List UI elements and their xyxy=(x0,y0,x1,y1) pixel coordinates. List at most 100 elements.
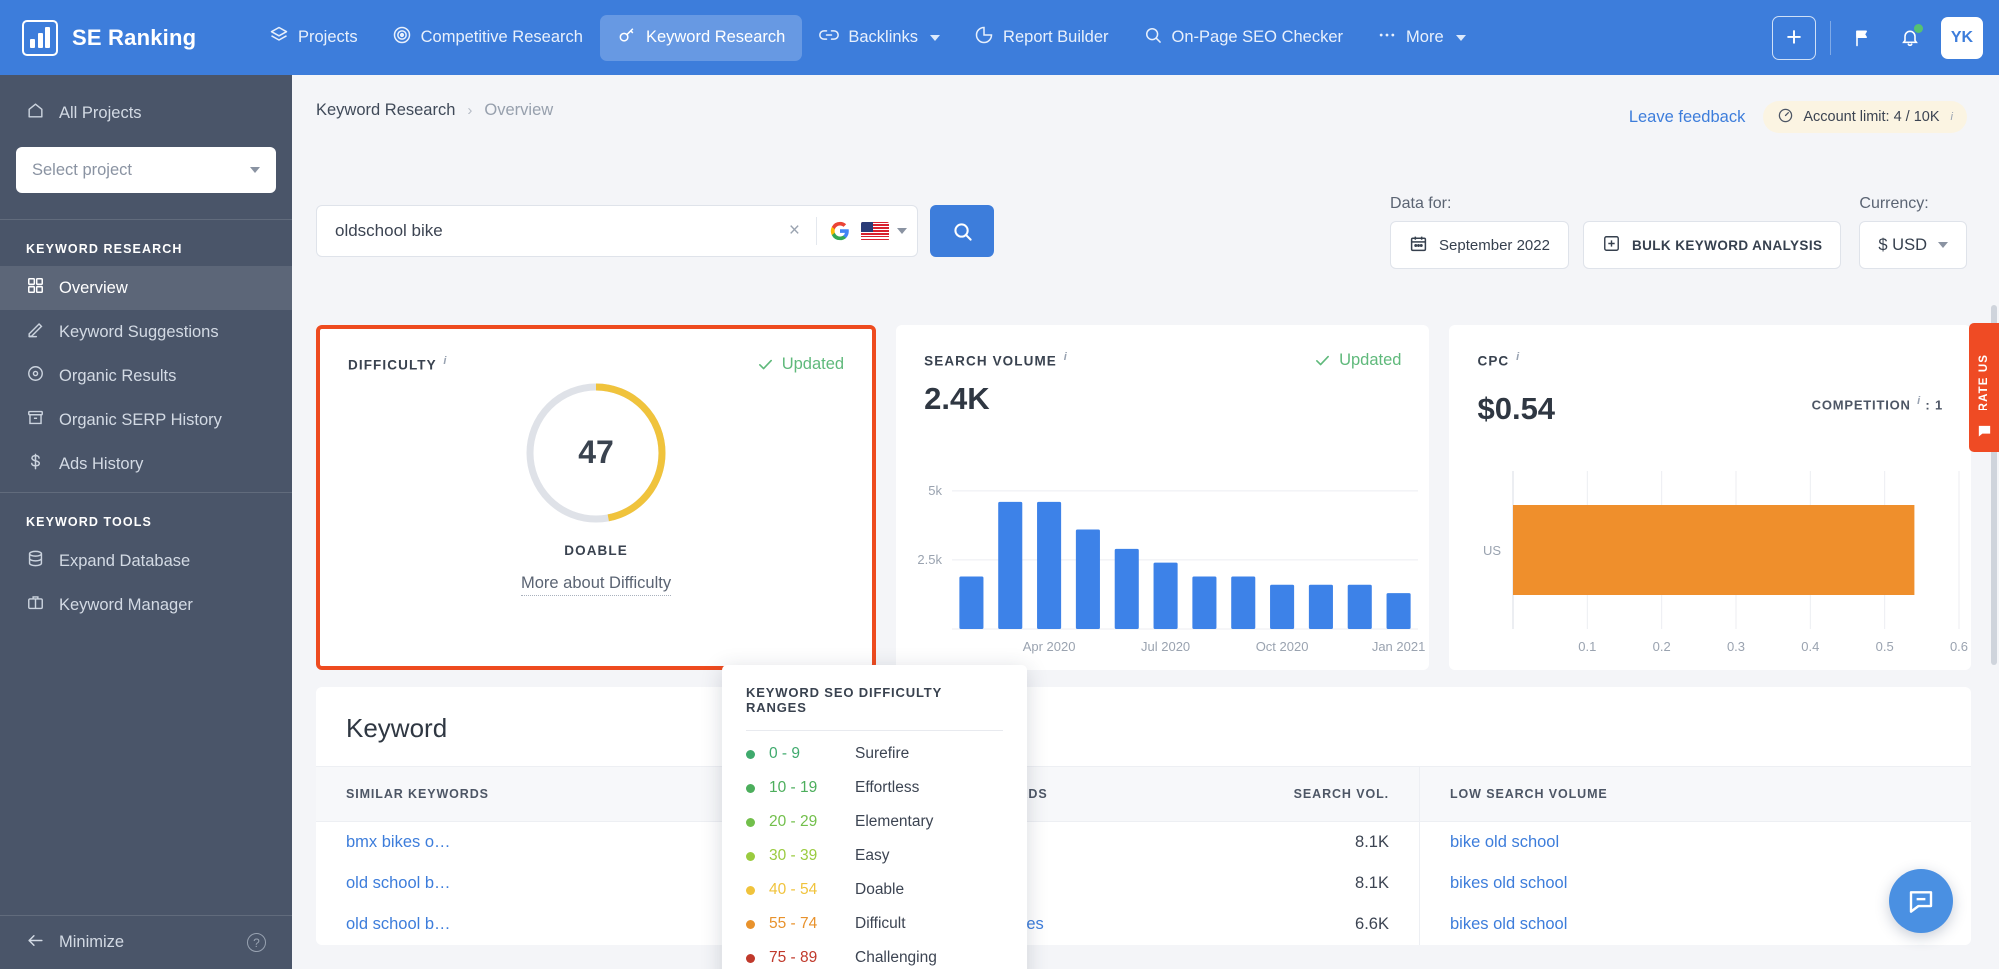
search-input-wrapper[interactable]: oldschool bike × xyxy=(316,205,918,257)
nav-projects[interactable]: Projects xyxy=(252,15,375,61)
sidebar-item-ads-history[interactable]: Ads History xyxy=(0,442,292,486)
sidebar-all-projects-label: All Projects xyxy=(59,103,142,122)
sidebar-item-keyword-suggestions[interactable]: Keyword Suggestions xyxy=(0,310,292,354)
chevron-down-icon xyxy=(1938,242,1948,248)
low-search-volume-column: LOW SEARCH VOLUME bike old school bikes o… xyxy=(1420,766,1971,945)
check-icon xyxy=(1316,355,1330,366)
search-icon xyxy=(953,222,972,241)
nav-keyword-research[interactable]: Keyword Research xyxy=(599,14,803,61)
keyword-link[interactable]: bmx bikes o… xyxy=(346,833,717,852)
date-picker-button[interactable]: September 2022 xyxy=(1390,221,1569,269)
sidebar-top: All Projects Select project xyxy=(0,75,292,213)
range-value: 75 - 89 xyxy=(769,949,818,966)
more-about-difficulty-link[interactable]: More about Difficulty xyxy=(521,574,672,596)
currency-selector[interactable]: $ USD xyxy=(1859,221,1967,269)
volume-bar[interactable] xyxy=(1308,584,1334,629)
header-actions: Leave feedback Account limit: 4 / 10K i xyxy=(1629,101,1967,133)
sidebar-item-organic-results[interactable]: Organic Results xyxy=(0,354,292,398)
keyword-link[interactable]: bikes old school xyxy=(1450,915,1941,934)
engine-chevron-down-icon[interactable] xyxy=(897,228,907,234)
home-icon xyxy=(26,101,45,125)
volume-bar[interactable] xyxy=(1075,529,1101,629)
minimize-button[interactable]: Minimize xyxy=(26,931,124,955)
nav-more[interactable]: More xyxy=(1360,15,1483,61)
search-volume-title-text: SEARCH VOLUME xyxy=(924,353,1057,369)
sidebar-item-all-projects[interactable]: All Projects xyxy=(0,91,292,135)
low-search-volume-rows: bike old school bikes old school bikes old… xyxy=(1420,822,1971,945)
cpc-title: CPC i xyxy=(1477,351,1943,369)
keyword-volume: 6.6K xyxy=(1355,915,1389,933)
difficulty-range-row: 75 - 89 Challenging xyxy=(746,941,1003,969)
nav-backlinks[interactable]: Backlinks xyxy=(802,15,957,61)
target-icon xyxy=(392,25,412,50)
bulk-keyword-analysis-button[interactable]: BULK KEYWORD ANALYSIS xyxy=(1582,221,1842,269)
volume-bar[interactable] xyxy=(1114,548,1139,629)
range-color-dot xyxy=(746,851,755,861)
bulk-analysis-label: BULK KEYWORD ANALYSIS xyxy=(1631,237,1823,253)
search-input[interactable]: oldschool bike xyxy=(335,221,779,241)
keyword-link[interactable]: old school b… xyxy=(346,874,717,893)
account-limit-badge[interactable]: Account limit: 4 / 10K i xyxy=(1763,101,1967,133)
keyword-link[interactable]: bikes old school xyxy=(1450,874,1941,893)
project-selector[interactable]: Select project xyxy=(16,147,276,193)
breadcrumb-root[interactable]: Keyword Research xyxy=(316,101,455,120)
info-icon[interactable]: i xyxy=(1951,111,1953,123)
keyword-link[interactable]: bike old school xyxy=(1450,833,1941,852)
flag-icon[interactable] xyxy=(1845,21,1879,55)
add-button[interactable]: + xyxy=(1772,15,1816,60)
search-volume-chart: 2.5k 5k Apr 2020 Jul 2020 Oct 2020 Jan 2021 xyxy=(896,465,1429,670)
nav-competitive-research[interactable]: Competitive Research xyxy=(375,15,600,61)
search-button[interactable] xyxy=(930,205,994,257)
info-icon[interactable]: i xyxy=(1917,395,1921,407)
chevron-down-icon xyxy=(250,167,260,173)
chat-icon xyxy=(1909,891,1933,913)
sidebar-item-overview[interactable]: Overview xyxy=(0,266,292,310)
dollar-icon xyxy=(26,452,45,476)
nav-projects-label: Projects xyxy=(298,28,358,46)
info-icon[interactable]: i xyxy=(1516,351,1520,363)
cpc-bar[interactable] xyxy=(1513,505,1915,595)
info-icon[interactable]: i xyxy=(1064,351,1068,363)
nav-report-builder[interactable]: Report Builder xyxy=(957,15,1125,61)
leave-feedback-link[interactable]: Leave feedback xyxy=(1629,108,1746,127)
sidebar-item-expand-database[interactable]: Expand Database xyxy=(0,539,292,583)
rate-us-chat-icon[interactable] xyxy=(1969,410,1999,452)
ellipsis-icon xyxy=(1377,25,1397,50)
brand-logo-area[interactable]: SE Ranking xyxy=(22,19,252,56)
sidebar-item-keyword-manager[interactable]: Keyword Manager xyxy=(0,583,292,627)
search-volume-updated-label: Updated xyxy=(1339,351,1402,369)
volume-bar[interactable] xyxy=(1270,584,1295,629)
range-value: 10 - 19 xyxy=(769,779,818,796)
difficulty-range-row: 20 - 29 Elementary xyxy=(746,805,1003,839)
volume-bar[interactable] xyxy=(959,576,984,629)
low-search-volume-header: LOW SEARCH VOLUME xyxy=(1420,766,1971,822)
us-flag-icon[interactable] xyxy=(861,221,889,241)
volume-bar[interactable] xyxy=(1192,576,1217,629)
bulk-analysis-icon xyxy=(1602,234,1621,256)
sidebar-item-organic-serp-history[interactable]: Organic SERP History xyxy=(0,398,292,442)
similar-keywords-header-keyword: SIMILAR KEYWORDS xyxy=(346,787,489,801)
difficulty-range-row: 30 - 39 Easy xyxy=(746,839,1003,873)
volume-bar[interactable] xyxy=(998,501,1023,629)
difficulty-range-row: 0 - 9 Surefire xyxy=(746,737,1003,771)
info-icon[interactable]: i xyxy=(443,355,447,367)
minimize-label: Minimize xyxy=(59,933,125,951)
keyword-link[interactable]: old school b… xyxy=(346,915,717,934)
volume-bar[interactable] xyxy=(1347,584,1372,629)
chat-support-button[interactable] xyxy=(1889,869,1953,933)
notifications-bell-icon[interactable] xyxy=(1893,21,1927,55)
volume-bar[interactable] xyxy=(1386,593,1411,629)
clear-search-icon[interactable]: × xyxy=(779,220,810,242)
sidebar-divider xyxy=(0,219,292,220)
nav-on-page-seo-checker[interactable]: On-Page SEO Checker xyxy=(1126,15,1361,61)
user-avatar[interactable]: YK xyxy=(1941,16,1983,59)
volume-bar[interactable] xyxy=(1231,576,1256,629)
google-icon[interactable] xyxy=(829,220,851,242)
volume-bar[interactable] xyxy=(1037,501,1062,629)
data-for-label: Data for: xyxy=(1390,195,1452,212)
range-name: Elementary xyxy=(855,813,934,830)
range-value: 40 - 54 xyxy=(769,881,818,898)
help-icon[interactable]: ? xyxy=(247,933,266,952)
volume-bar[interactable] xyxy=(1153,562,1178,629)
currency-group: Currency: $ USD xyxy=(1859,195,1967,269)
